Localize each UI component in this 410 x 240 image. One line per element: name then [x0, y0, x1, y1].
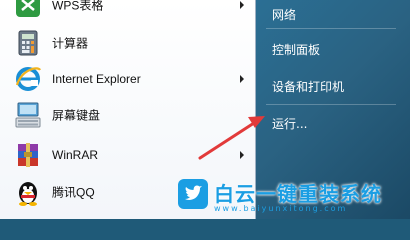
menu-item-label: WPS表格: [52, 0, 104, 13]
calculator-icon: [14, 29, 42, 57]
twitter-bird-logo-icon: [178, 179, 208, 209]
right-item-network[interactable]: 网络: [260, 3, 405, 27]
menu-item-label: Internet Explorer: [52, 72, 141, 86]
submenu-arrow-icon: [240, 75, 244, 83]
on-screen-keyboard-icon: [14, 101, 42, 129]
menu-item-internet-explorer[interactable]: Internet Explorer: [8, 62, 250, 96]
watermark-title: 白云一键重装系统: [214, 182, 382, 206]
divider: [266, 104, 396, 105]
menu-item-calculator[interactable]: 计算器: [8, 26, 250, 60]
internet-explorer-icon: [14, 65, 42, 93]
menu-item-label: 计算器: [52, 36, 89, 51]
menu-item-on-screen-keyboard[interactable]: 屏幕键盘: [8, 98, 250, 132]
qq-penguin-icon: [14, 178, 42, 206]
menu-item-winrar[interactable]: WinRAR: [8, 138, 250, 172]
menu-item-wps-spreadsheet[interactable]: WPS表格: [8, 0, 250, 22]
wps-spreadsheet-icon: [14, 0, 42, 19]
right-item-run[interactable]: 运行...: [260, 112, 405, 136]
menu-item-label: 腾讯QQ: [52, 185, 95, 200]
divider: [266, 28, 396, 29]
watermark: 白云一键重装系统 www.baiyunxitong.com: [178, 176, 408, 216]
right-item-control-panel[interactable]: 控制面板: [260, 38, 405, 62]
winrar-icon: [14, 141, 42, 169]
menu-item-label: 屏幕键盘: [52, 108, 101, 123]
right-item-devices-printers[interactable]: 设备和打印机: [260, 75, 405, 99]
submenu-arrow-icon: [240, 151, 244, 159]
submenu-arrow-icon: [240, 1, 244, 9]
menu-item-label: WinRAR: [52, 148, 99, 162]
watermark-url: www.baiyunxitong.com: [214, 204, 348, 213]
